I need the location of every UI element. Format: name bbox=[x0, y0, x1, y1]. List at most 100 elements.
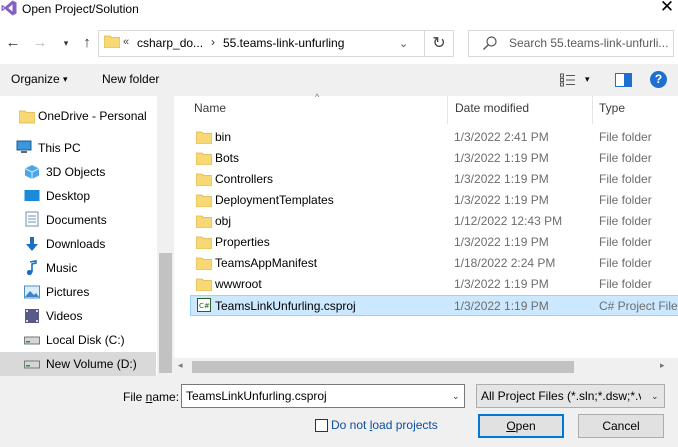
chevron-down-icon[interactable]: ⌄ bbox=[452, 391, 460, 402]
csharp-project-file-icon: C# bbox=[197, 298, 211, 312]
scroll-left-icon[interactable]: ◂ bbox=[178, 360, 183, 371]
new-folder-button[interactable]: New folder bbox=[102, 72, 159, 86]
chevron-right-icon[interactable]: › bbox=[211, 35, 215, 49]
sidebar-item-this-pc[interactable]: This PC bbox=[0, 136, 156, 160]
address-overflow-chevrons[interactable]: « bbox=[123, 36, 129, 48]
videos-icon bbox=[25, 309, 39, 323]
search-placeholder[interactable]: Search 55.teams-link-unfurli... bbox=[509, 36, 668, 50]
folder-icon bbox=[196, 194, 212, 207]
sidebar-item-videos[interactable]: Videos bbox=[0, 304, 156, 328]
file-type: File folder bbox=[599, 256, 652, 270]
file-type: File folder bbox=[599, 277, 652, 291]
recent-locations-caret-icon[interactable]: ▾ bbox=[57, 34, 75, 52]
folder-icon bbox=[104, 35, 120, 48]
column-divider[interactable] bbox=[447, 96, 448, 124]
sidebar-item-label: New Volume (D:) bbox=[46, 357, 137, 371]
table-row-selected[interactable]: C# TeamsLinkUnfurling.csproj 1/3/2022 1:… bbox=[190, 295, 678, 316]
file-date: 1/3/2022 1:19 PM bbox=[454, 193, 549, 207]
chevron-down-icon[interactable]: ⌄ bbox=[399, 37, 408, 50]
chevron-down-icon[interactable]: ⌄ bbox=[651, 391, 659, 402]
sidebar-item-pictures[interactable]: Pictures bbox=[0, 280, 156, 304]
cancel-button[interactable]: Cancel bbox=[578, 414, 664, 438]
address-segment-current[interactable]: 55.teams-link-unfurling bbox=[223, 36, 344, 50]
file-type: File folder bbox=[599, 130, 652, 144]
sidebar-item-label: Pictures bbox=[46, 285, 90, 299]
sidebar-item-label: Music bbox=[46, 261, 78, 275]
refresh-icon[interactable]: ↻ bbox=[428, 33, 450, 55]
file-date: 1/3/2022 1:19 PM bbox=[454, 277, 549, 291]
file-name: wwwroot bbox=[215, 277, 262, 291]
chevron-down-icon[interactable]: ▾ bbox=[585, 74, 590, 85]
sidebar-item-downloads[interactable]: Downloads bbox=[0, 232, 156, 256]
table-row[interactable]: Bots 1/3/2022 1:19 PM File folder bbox=[190, 148, 678, 169]
pictures-icon bbox=[24, 285, 40, 299]
horizontal-scrollbar-thumb[interactable] bbox=[192, 361, 574, 373]
sidebar-item-label: Desktop bbox=[46, 189, 91, 203]
file-name: Controllers bbox=[215, 172, 274, 186]
folder-icon bbox=[19, 110, 35, 124]
sidebar-item-desktop[interactable]: Desktop bbox=[0, 184, 156, 208]
do-not-load-label[interactable]: Do not load projects bbox=[331, 418, 438, 432]
sidebar-item-new-volume-d[interactable]: New Volume (D:) bbox=[0, 352, 156, 376]
svg-text:C#: C# bbox=[199, 302, 210, 310]
drive-icon bbox=[24, 336, 40, 345]
open-button[interactable]: Open bbox=[478, 414, 564, 438]
sidebar-item-local-disk-c[interactable]: Local Disk (C:) bbox=[0, 328, 156, 352]
table-row[interactable]: Controllers 1/3/2022 1:19 PM File folder bbox=[190, 169, 678, 190]
music-icon bbox=[26, 260, 37, 276]
file-name: bin bbox=[215, 130, 232, 144]
sidebar-item-label: Videos bbox=[46, 309, 83, 323]
file-type: C# Project File bbox=[599, 299, 678, 313]
file-type: File folder bbox=[599, 235, 652, 249]
forward-arrow-icon[interactable]: → bbox=[31, 34, 49, 52]
folder-icon bbox=[196, 173, 212, 186]
chevron-down-icon[interactable]: ▾ bbox=[63, 74, 68, 85]
do-not-load-checkbox[interactable] bbox=[315, 419, 328, 432]
help-icon[interactable]: ? bbox=[650, 71, 667, 88]
column-header-type[interactable]: Type bbox=[599, 101, 625, 115]
sidebar-scrollbar-thumb[interactable] bbox=[159, 253, 172, 373]
column-header-name[interactable]: Name bbox=[194, 101, 226, 115]
organize-button[interactable]: Organize bbox=[11, 72, 60, 86]
file-type: File folder bbox=[599, 151, 652, 165]
close-icon[interactable]: ✕ bbox=[658, 0, 676, 16]
sidebar-item-onedrive[interactable]: OneDrive - Personal bbox=[0, 104, 156, 128]
file-date: 1/3/2022 1:19 PM bbox=[454, 235, 549, 249]
sidebar-item-music[interactable]: Music bbox=[0, 256, 156, 280]
file-name: Properties bbox=[215, 235, 270, 249]
file-date: 1/3/2022 1:19 PM bbox=[454, 172, 549, 186]
visual-studio-icon bbox=[1, 0, 17, 16]
table-row[interactable]: TeamsAppManifest 1/18/2022 2:24 PM File … bbox=[190, 253, 678, 274]
download-icon bbox=[26, 237, 38, 251]
preview-pane-icon[interactable] bbox=[615, 73, 632, 87]
documents-icon bbox=[25, 211, 39, 227]
address-segment-parent[interactable]: csharp_do... bbox=[137, 36, 203, 50]
scroll-right-icon[interactable]: ▸ bbox=[660, 360, 665, 371]
file-name-input[interactable] bbox=[181, 384, 465, 408]
file-date: 1/12/2022 12:43 PM bbox=[454, 214, 563, 228]
file-type: File folder bbox=[599, 214, 652, 228]
file-name-label: File name: bbox=[123, 390, 180, 404]
desktop-icon bbox=[24, 190, 40, 201]
table-row[interactable]: DeploymentTemplates 1/3/2022 1:19 PM Fil… bbox=[190, 190, 678, 211]
file-name: obj bbox=[215, 214, 232, 228]
table-row[interactable]: bin 1/3/2022 2:41 PM File folder bbox=[190, 127, 678, 148]
back-arrow-icon[interactable]: ← bbox=[4, 34, 22, 52]
folder-icon bbox=[196, 215, 212, 228]
view-options-icon[interactable] bbox=[560, 73, 576, 87]
file-date: 1/3/2022 1:19 PM bbox=[454, 151, 549, 165]
table-row[interactable]: wwwroot 1/3/2022 1:19 PM File folder bbox=[190, 274, 678, 295]
column-divider[interactable] bbox=[592, 96, 593, 124]
search-icon bbox=[483, 36, 497, 50]
file-type-filter-value[interactable]: All Project Files (*.sln;*.dsw;*.vc bbox=[481, 389, 641, 403]
table-row[interactable]: Properties 1/3/2022 1:19 PM File folder bbox=[190, 232, 678, 253]
table-row[interactable]: obj 1/12/2022 12:43 PM File folder bbox=[190, 211, 678, 232]
sidebar-item-3d-objects[interactable]: 3D Objects bbox=[0, 160, 156, 184]
column-header-date[interactable]: Date modified bbox=[455, 101, 529, 115]
folder-icon bbox=[196, 131, 212, 144]
up-arrow-icon[interactable]: ↑ bbox=[78, 34, 96, 52]
file-name: TeamsLinkUnfurling.csproj bbox=[215, 299, 356, 313]
sidebar-item-documents[interactable]: Documents bbox=[0, 208, 156, 232]
folder-icon bbox=[196, 278, 212, 291]
folder-icon bbox=[196, 257, 212, 270]
